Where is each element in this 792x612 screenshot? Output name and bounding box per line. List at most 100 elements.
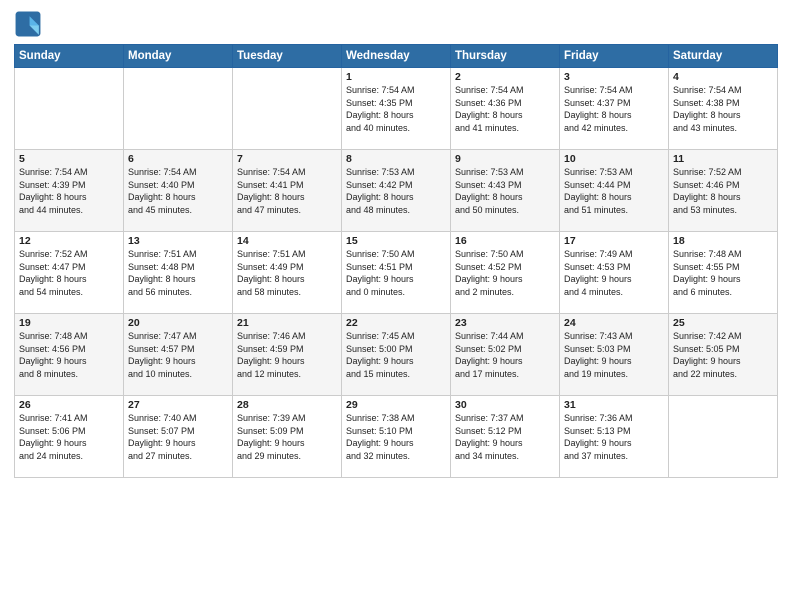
- calendar-cell: 29Sunrise: 7:38 AM Sunset: 5:10 PM Dayli…: [342, 396, 451, 478]
- day-info: Sunrise: 7:43 AM Sunset: 5:03 PM Dayligh…: [564, 330, 664, 380]
- day-info: Sunrise: 7:40 AM Sunset: 5:07 PM Dayligh…: [128, 412, 228, 462]
- calendar-cell: 8Sunrise: 7:53 AM Sunset: 4:42 PM Daylig…: [342, 150, 451, 232]
- calendar-cell: 20Sunrise: 7:47 AM Sunset: 4:57 PM Dayli…: [124, 314, 233, 396]
- calendar-cell: 17Sunrise: 7:49 AM Sunset: 4:53 PM Dayli…: [560, 232, 669, 314]
- day-info: Sunrise: 7:54 AM Sunset: 4:38 PM Dayligh…: [673, 84, 773, 134]
- day-number: 21: [237, 317, 337, 329]
- day-info: Sunrise: 7:48 AM Sunset: 4:55 PM Dayligh…: [673, 248, 773, 298]
- day-info: Sunrise: 7:49 AM Sunset: 4:53 PM Dayligh…: [564, 248, 664, 298]
- day-info: Sunrise: 7:42 AM Sunset: 5:05 PM Dayligh…: [673, 330, 773, 380]
- day-info: Sunrise: 7:53 AM Sunset: 4:44 PM Dayligh…: [564, 166, 664, 216]
- day-info: Sunrise: 7:47 AM Sunset: 4:57 PM Dayligh…: [128, 330, 228, 380]
- day-info: Sunrise: 7:41 AM Sunset: 5:06 PM Dayligh…: [19, 412, 119, 462]
- calendar: SundayMondayTuesdayWednesdayThursdayFrid…: [14, 44, 778, 478]
- page: SundayMondayTuesdayWednesdayThursdayFrid…: [0, 0, 792, 612]
- day-number: 14: [237, 235, 337, 247]
- day-info: Sunrise: 7:44 AM Sunset: 5:02 PM Dayligh…: [455, 330, 555, 380]
- calendar-cell: 27Sunrise: 7:40 AM Sunset: 5:07 PM Dayli…: [124, 396, 233, 478]
- calendar-cell: 1Sunrise: 7:54 AM Sunset: 4:35 PM Daylig…: [342, 68, 451, 150]
- calendar-day-header: Saturday: [669, 45, 778, 68]
- day-info: Sunrise: 7:53 AM Sunset: 4:43 PM Dayligh…: [455, 166, 555, 216]
- day-info: Sunrise: 7:54 AM Sunset: 4:37 PM Dayligh…: [564, 84, 664, 134]
- day-info: Sunrise: 7:48 AM Sunset: 4:56 PM Dayligh…: [19, 330, 119, 380]
- day-number: 11: [673, 153, 773, 165]
- day-number: 15: [346, 235, 446, 247]
- day-info: Sunrise: 7:38 AM Sunset: 5:10 PM Dayligh…: [346, 412, 446, 462]
- day-info: Sunrise: 7:50 AM Sunset: 4:52 PM Dayligh…: [455, 248, 555, 298]
- day-info: Sunrise: 7:52 AM Sunset: 4:47 PM Dayligh…: [19, 248, 119, 298]
- calendar-cell: 14Sunrise: 7:51 AM Sunset: 4:49 PM Dayli…: [233, 232, 342, 314]
- calendar-cell: 15Sunrise: 7:50 AM Sunset: 4:51 PM Dayli…: [342, 232, 451, 314]
- day-info: Sunrise: 7:51 AM Sunset: 4:49 PM Dayligh…: [237, 248, 337, 298]
- calendar-cell: 6Sunrise: 7:54 AM Sunset: 4:40 PM Daylig…: [124, 150, 233, 232]
- day-info: Sunrise: 7:54 AM Sunset: 4:36 PM Dayligh…: [455, 84, 555, 134]
- day-number: 4: [673, 71, 773, 83]
- calendar-cell: 30Sunrise: 7:37 AM Sunset: 5:12 PM Dayli…: [451, 396, 560, 478]
- day-number: 28: [237, 399, 337, 411]
- logo: [14, 10, 46, 38]
- day-number: 9: [455, 153, 555, 165]
- calendar-day-header: Monday: [124, 45, 233, 68]
- calendar-day-header: Wednesday: [342, 45, 451, 68]
- day-number: 29: [346, 399, 446, 411]
- calendar-cell: 31Sunrise: 7:36 AM Sunset: 5:13 PM Dayli…: [560, 396, 669, 478]
- day-number: 12: [19, 235, 119, 247]
- day-info: Sunrise: 7:39 AM Sunset: 5:09 PM Dayligh…: [237, 412, 337, 462]
- day-number: 31: [564, 399, 664, 411]
- day-info: Sunrise: 7:45 AM Sunset: 5:00 PM Dayligh…: [346, 330, 446, 380]
- calendar-week-row: 19Sunrise: 7:48 AM Sunset: 4:56 PM Dayli…: [15, 314, 778, 396]
- day-number: 1: [346, 71, 446, 83]
- day-number: 22: [346, 317, 446, 329]
- day-info: Sunrise: 7:53 AM Sunset: 4:42 PM Dayligh…: [346, 166, 446, 216]
- day-number: 7: [237, 153, 337, 165]
- day-info: Sunrise: 7:54 AM Sunset: 4:40 PM Dayligh…: [128, 166, 228, 216]
- day-number: 18: [673, 235, 773, 247]
- calendar-week-row: 5Sunrise: 7:54 AM Sunset: 4:39 PM Daylig…: [15, 150, 778, 232]
- calendar-cell: [15, 68, 124, 150]
- calendar-cell: 7Sunrise: 7:54 AM Sunset: 4:41 PM Daylig…: [233, 150, 342, 232]
- calendar-week-row: 12Sunrise: 7:52 AM Sunset: 4:47 PM Dayli…: [15, 232, 778, 314]
- day-number: 6: [128, 153, 228, 165]
- day-number: 26: [19, 399, 119, 411]
- day-number: 17: [564, 235, 664, 247]
- day-info: Sunrise: 7:46 AM Sunset: 4:59 PM Dayligh…: [237, 330, 337, 380]
- calendar-week-row: 1Sunrise: 7:54 AM Sunset: 4:35 PM Daylig…: [15, 68, 778, 150]
- calendar-day-header: Friday: [560, 45, 669, 68]
- day-number: 16: [455, 235, 555, 247]
- calendar-cell: 18Sunrise: 7:48 AM Sunset: 4:55 PM Dayli…: [669, 232, 778, 314]
- calendar-cell: 16Sunrise: 7:50 AM Sunset: 4:52 PM Dayli…: [451, 232, 560, 314]
- day-info: Sunrise: 7:52 AM Sunset: 4:46 PM Dayligh…: [673, 166, 773, 216]
- day-number: 8: [346, 153, 446, 165]
- calendar-cell: 4Sunrise: 7:54 AM Sunset: 4:38 PM Daylig…: [669, 68, 778, 150]
- calendar-day-header: Thursday: [451, 45, 560, 68]
- day-number: 10: [564, 153, 664, 165]
- calendar-cell: 2Sunrise: 7:54 AM Sunset: 4:36 PM Daylig…: [451, 68, 560, 150]
- day-number: 5: [19, 153, 119, 165]
- calendar-cell: 25Sunrise: 7:42 AM Sunset: 5:05 PM Dayli…: [669, 314, 778, 396]
- day-number: 27: [128, 399, 228, 411]
- calendar-header-row: SundayMondayTuesdayWednesdayThursdayFrid…: [15, 45, 778, 68]
- day-info: Sunrise: 7:54 AM Sunset: 4:35 PM Dayligh…: [346, 84, 446, 134]
- calendar-day-header: Sunday: [15, 45, 124, 68]
- calendar-cell: 3Sunrise: 7:54 AM Sunset: 4:37 PM Daylig…: [560, 68, 669, 150]
- calendar-day-header: Tuesday: [233, 45, 342, 68]
- day-number: 30: [455, 399, 555, 411]
- logo-icon: [14, 10, 42, 38]
- day-info: Sunrise: 7:51 AM Sunset: 4:48 PM Dayligh…: [128, 248, 228, 298]
- day-number: 13: [128, 235, 228, 247]
- header: [14, 10, 778, 38]
- calendar-cell: 26Sunrise: 7:41 AM Sunset: 5:06 PM Dayli…: [15, 396, 124, 478]
- day-number: 24: [564, 317, 664, 329]
- day-number: 23: [455, 317, 555, 329]
- calendar-cell: 11Sunrise: 7:52 AM Sunset: 4:46 PM Dayli…: [669, 150, 778, 232]
- day-number: 20: [128, 317, 228, 329]
- calendar-cell: 13Sunrise: 7:51 AM Sunset: 4:48 PM Dayli…: [124, 232, 233, 314]
- calendar-cell: 10Sunrise: 7:53 AM Sunset: 4:44 PM Dayli…: [560, 150, 669, 232]
- calendar-week-row: 26Sunrise: 7:41 AM Sunset: 5:06 PM Dayli…: [15, 396, 778, 478]
- calendar-cell: 23Sunrise: 7:44 AM Sunset: 5:02 PM Dayli…: [451, 314, 560, 396]
- day-info: Sunrise: 7:54 AM Sunset: 4:41 PM Dayligh…: [237, 166, 337, 216]
- calendar-cell: 5Sunrise: 7:54 AM Sunset: 4:39 PM Daylig…: [15, 150, 124, 232]
- calendar-cell: [233, 68, 342, 150]
- calendar-cell: 28Sunrise: 7:39 AM Sunset: 5:09 PM Dayli…: [233, 396, 342, 478]
- day-number: 25: [673, 317, 773, 329]
